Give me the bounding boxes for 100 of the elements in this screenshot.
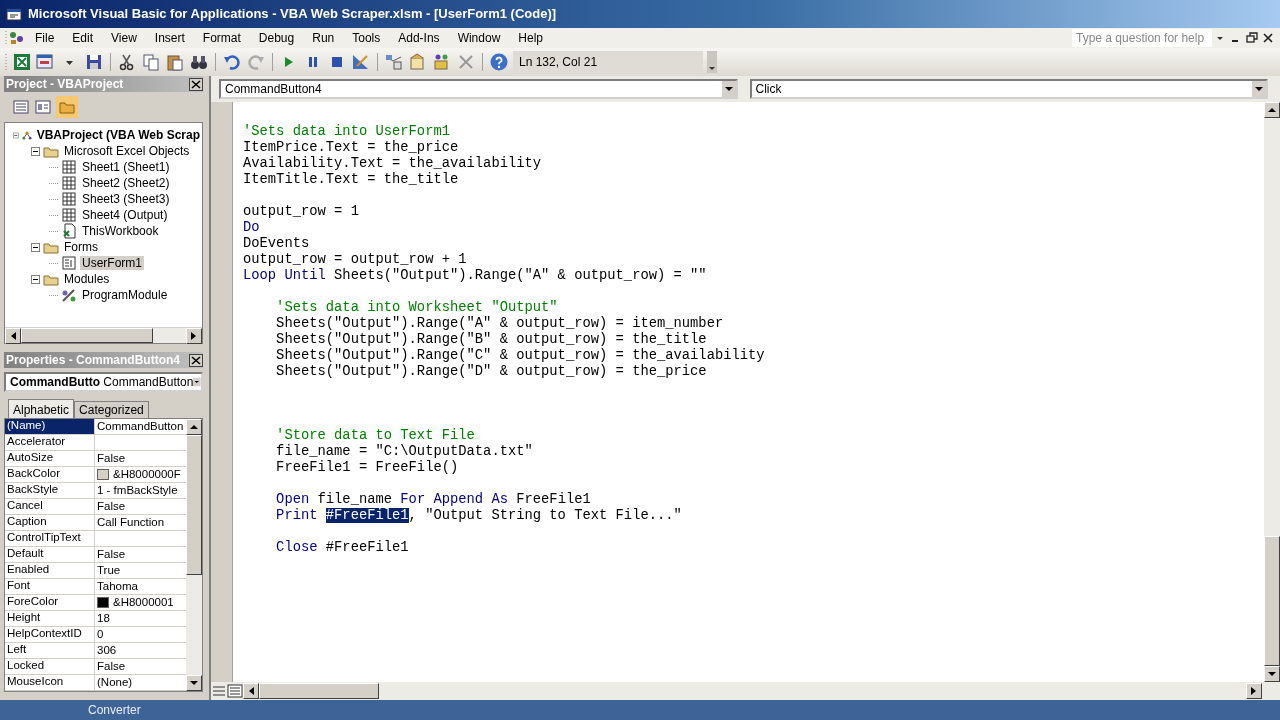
menu-item[interactable]: Add-Ins [389,29,449,47]
sheet-icon [61,207,77,223]
property-value[interactable]: True [97,563,121,578]
property-value[interactable]: (None) [97,675,133,690]
scrollbar-thumb[interactable] [1264,536,1280,666]
menu-item[interactable]: Help [509,29,552,47]
property-value[interactable]: False [97,659,126,674]
scroll-right-button[interactable] [186,328,202,344]
tab[interactable]: Alphabetic [8,398,75,418]
property-name[interactable]: Font [5,579,95,594]
tree-item[interactable]: Sheet4 (Output) [80,207,170,223]
tab[interactable]: Categorized [74,400,149,418]
menu-item[interactable]: Edit [63,29,103,47]
code-line: Do [243,220,261,236]
property-name[interactable]: BackColor [5,467,95,482]
property-value[interactable]: Tahoma [97,579,138,594]
project-explorer-icon[interactable] [384,52,404,72]
tree-item[interactable]: Microsoft Excel Objects [62,143,192,159]
scroll-right-button[interactable] [1246,683,1262,699]
tree-item[interactable]: ProgramModule [80,287,170,303]
procedure-dropdown[interactable]: Click [749,79,1268,99]
code-line: Open file_name For Append As FreeFile1 [275,492,592,508]
expander-icon[interactable] [31,274,40,284]
paste-icon[interactable] [165,52,185,72]
expander-icon[interactable] [31,242,40,252]
down-arrow-icon [1268,671,1276,677]
property-name[interactable]: Accelerator [5,435,95,450]
view-code-icon[interactable] [12,98,30,116]
property-value[interactable]: 1 - fmBackStyle [97,483,178,498]
restore-icon[interactable] [1244,30,1260,46]
scroll-left-button[interactable] [243,683,259,699]
property-name[interactable]: HelpContextID [5,627,95,642]
scroll-up-button[interactable] [186,419,202,435]
tree-item[interactable]: Sheet1 (Sheet1) [80,159,172,175]
module-icon [61,287,77,303]
property-name[interactable]: Caption [5,515,95,530]
menu-item[interactable]: Run [303,29,344,47]
menu-item[interactable]: View [102,29,146,47]
property-name[interactable]: MouseIcon [5,675,95,690]
tree-item[interactable]: Sheet2 (Sheet2) [80,175,172,191]
scrollbar-thumb[interactable] [21,328,153,343]
property-value[interactable]: False [97,499,126,514]
property-name[interactable]: Height [5,611,95,626]
undo-icon[interactable] [222,52,242,72]
object-dropdown[interactable]: CommandButto CommandButton [4,372,203,392]
toolbar-options-icon[interactable] [707,51,717,73]
scrollbar-thumb[interactable] [259,683,379,699]
property-name[interactable]: ControlTipText [5,531,95,546]
property-name[interactable]: Locked [5,659,95,674]
property-value[interactable]: 306 [97,643,117,658]
tree-item[interactable]: VBAProject (VBA Web Scrap [34,127,202,143]
menu-item[interactable]: Insert [145,29,194,47]
property-name[interactable]: Default [5,547,95,562]
expander-icon[interactable] [31,146,40,156]
copy-icon[interactable] [141,52,161,72]
scroll-down-button[interactable] [186,675,202,691]
property-value[interactable]: False [97,547,126,562]
tree-item[interactable]: Forms [62,239,100,255]
code-line: output_row = 1 [243,204,360,220]
property-name[interactable]: Cancel [5,499,95,514]
view-object-icon[interactable] [34,98,52,116]
menu-item[interactable]: Window [448,29,510,47]
property-value[interactable]: CommandButton [97,419,184,434]
property-value[interactable]: 18 [97,611,110,626]
help-search-field[interactable]: Type a question for help [1072,29,1212,47]
property-name[interactable]: BackStyle [5,483,95,498]
scrollbar-thumb[interactable] [186,435,202,575]
object-dropdown[interactable]: CommandButton4 [219,79,738,99]
tree-item[interactable]: ThisWorkbook [80,223,161,239]
property-name[interactable]: AutoSize [5,451,95,466]
scroll-down-button[interactable] [1264,666,1280,682]
vba-icon [8,30,26,46]
tree-item[interactable]: Sheet3 (Sheet3) [80,191,172,207]
menu-item[interactable]: Debug [249,29,304,47]
procedure-view-icon[interactable] [211,684,227,698]
property-value[interactable]: &H8000001 [113,595,174,610]
menu-item[interactable]: Format [193,29,250,47]
scroll-left-button[interactable] [5,328,21,344]
tree-item[interactable]: Modules [62,271,112,287]
tree-item[interactable]: UserForm1 [80,255,144,271]
help-icon[interactable] [489,52,509,72]
form-icon[interactable] [36,52,56,72]
menu-item[interactable]: Tools [343,29,390,47]
property-name[interactable]: Left [5,643,95,658]
close-button[interactable] [189,353,203,367]
property-value[interactable]: False [97,451,126,466]
property-name[interactable]: Enabled [5,563,95,578]
form-icon [61,255,77,271]
property-name[interactable]: ForeColor [5,595,95,610]
down-arrow-icon [190,680,198,686]
save-icon[interactable] [84,52,104,72]
close-button[interactable] [189,77,203,91]
property-value[interactable]: Call Function [97,515,165,530]
menu-item[interactable]: File [26,29,64,47]
property-name[interactable]: (Name) [5,419,95,434]
property-value[interactable]: 0 [97,627,104,642]
property-value[interactable]: &H8000000F [113,467,181,482]
spreadsheet-icon[interactable] [12,52,32,72]
taskbar-button[interactable]: Converter [88,702,141,718]
scroll-up-button[interactable] [1264,102,1280,118]
